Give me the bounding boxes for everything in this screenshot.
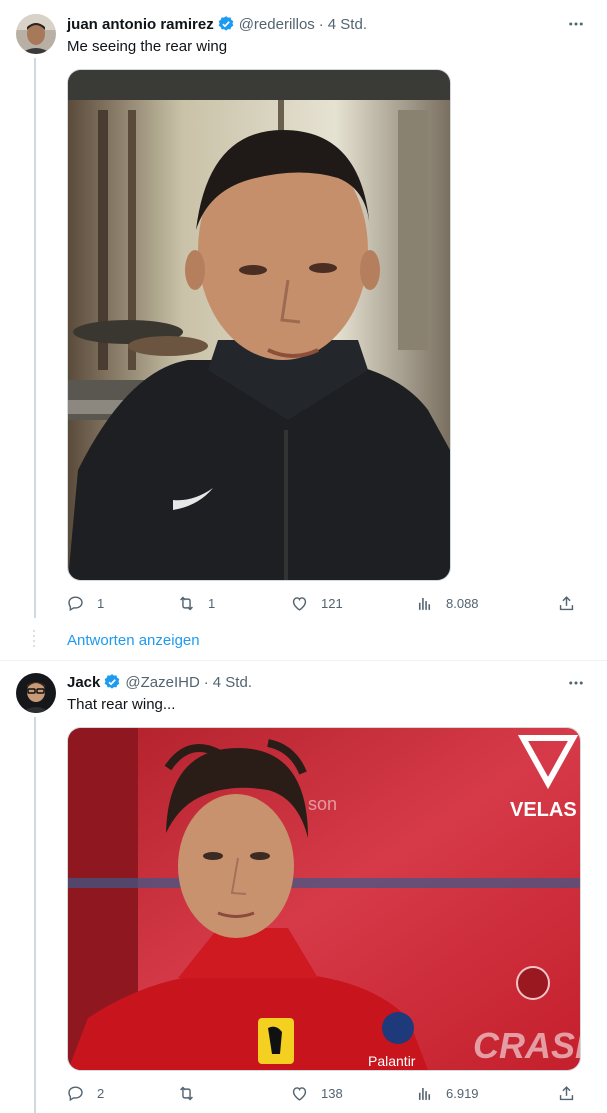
tweet-time[interactable]: 4 Std. (328, 16, 367, 33)
thread-dots (33, 630, 35, 650)
tweet-1[interactable]: juan antonio ramirez @rederillos · 4 Std… (0, 0, 607, 660)
avatar[interactable] (16, 14, 56, 54)
thread-line (34, 717, 36, 1113)
avatar[interactable] (16, 673, 56, 713)
tweet-photo[interactable] (67, 69, 451, 581)
thread-line (34, 58, 36, 618)
like-count: 121 (321, 595, 343, 611)
watermark-text: CRASH (473, 1025, 580, 1066)
tweet-header: Jack @ZazeIHD · 4 Std. (67, 672, 252, 692)
reply-count: 1 (97, 595, 105, 611)
separator-dot: · (318, 15, 324, 33)
views-count: 8.088 (446, 595, 479, 611)
reply-button[interactable]: 1 (66, 591, 104, 615)
retweet-button[interactable]: 1 (177, 591, 215, 615)
reply-button[interactable]: 2 (66, 1081, 104, 1105)
views-icon (418, 1087, 431, 1100)
tweet-photo[interactable]: VELAS son CRASH Palantir (67, 727, 581, 1071)
tweet-text: That rear wing... (67, 696, 176, 713)
share-icon (559, 595, 574, 610)
share-button[interactable] (557, 1081, 576, 1105)
show-replies-link[interactable]: Antworten anzeigen (67, 632, 200, 649)
views-count: 6.919 (446, 1085, 479, 1101)
tweet-header: juan antonio ramirez @rederillos · 4 Std… (67, 14, 367, 34)
views-icon (418, 597, 431, 610)
author-name[interactable]: juan antonio ramirez (67, 16, 214, 33)
views-button[interactable]: 6.919 (415, 1081, 479, 1105)
verified-badge-icon (103, 673, 121, 691)
retweet-icon (180, 1086, 193, 1100)
views-button[interactable]: 8.088 (415, 591, 479, 615)
like-button[interactable]: 138 (290, 1081, 343, 1105)
tweet-time[interactable]: 4 Std. (213, 674, 252, 691)
retweet-count: 1 (208, 595, 216, 611)
more-icon[interactable] (565, 672, 587, 694)
author-handle[interactable]: @rederillos (239, 16, 315, 33)
svg-text:son: son (308, 794, 337, 814)
reply-count: 2 (97, 1085, 105, 1101)
author-name[interactable]: Jack (67, 674, 100, 691)
author-handle[interactable]: @ZazeIHD (125, 674, 199, 691)
reply-icon (68, 595, 83, 611)
retweet-icon (180, 596, 193, 610)
separator-dot: · (203, 673, 209, 691)
tweet-actions: 1 1 121 8.088 (60, 591, 590, 615)
reply-icon (68, 1085, 83, 1101)
like-icon (292, 596, 307, 611)
like-count: 138 (321, 1085, 343, 1101)
tweet-2[interactable]: Jack @ZazeIHD · 4 Std. That rear wing...… (0, 661, 607, 1113)
share-button[interactable] (557, 591, 576, 615)
verified-badge-icon (217, 15, 235, 33)
like-icon (292, 1086, 307, 1101)
like-button[interactable]: 121 (290, 591, 343, 615)
retweet-button[interactable] (177, 1081, 208, 1105)
sponsor-text: VELAS (510, 799, 577, 821)
tweet-actions-row: 2 138 6.919 (60, 1081, 590, 1105)
share-icon (559, 1085, 574, 1100)
svg-text:Palantir: Palantir (368, 1053, 416, 1069)
more-icon[interactable] (565, 13, 587, 35)
tweet-text: Me seeing the rear wing (67, 38, 228, 55)
